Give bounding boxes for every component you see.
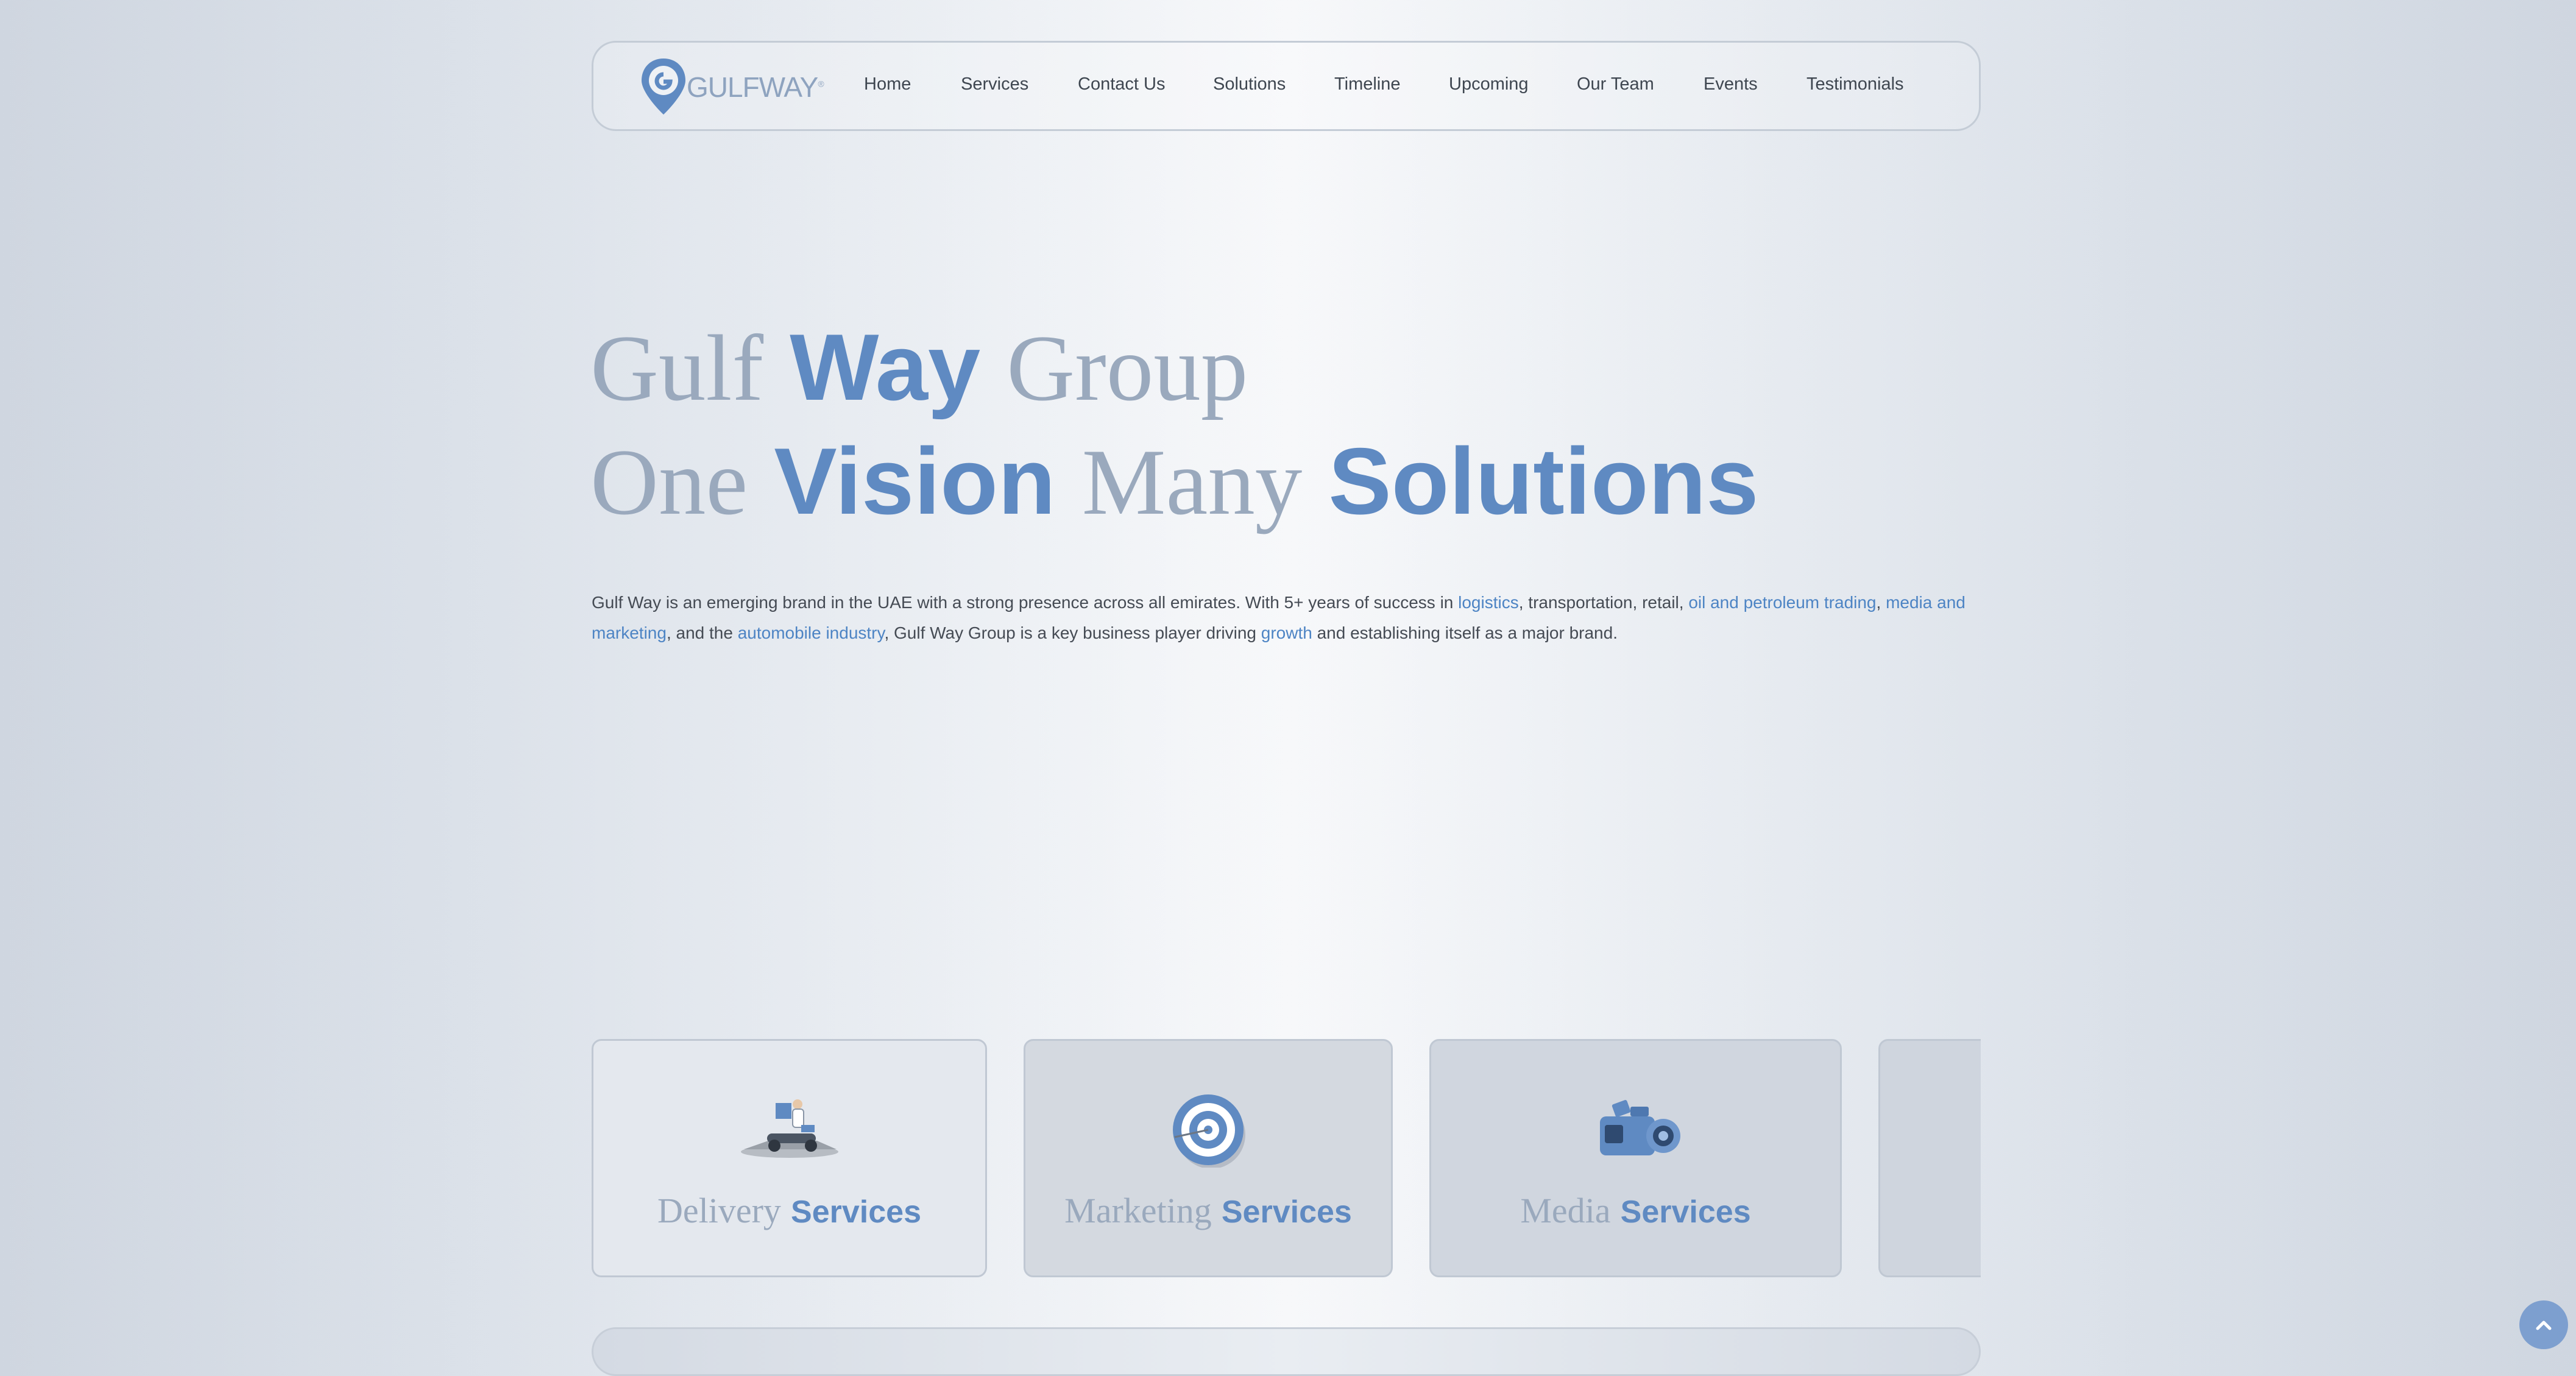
link-logistics[interactable]: logistics: [1458, 593, 1519, 612]
service-card-title: Marketing Services: [1064, 1191, 1352, 1230]
hero-word-highlight: Way: [790, 314, 981, 420]
hero-word: Many: [1081, 430, 1303, 534]
delivery-scooter-icon: [740, 1099, 838, 1158]
service-card-title: Media Services: [1520, 1191, 1751, 1230]
service-card-media[interactable]: Media Services: [1429, 1039, 1842, 1277]
nav-item-contact-us[interactable]: Contact Us: [1078, 74, 1165, 94]
hero-title-line-2: One Vision Many Solutions: [590, 434, 1758, 530]
location-pin-icon: [642, 59, 685, 115]
intro-text: and establishing itself as a major brand…: [1312, 623, 1618, 642]
intro-text: ,: [1876, 593, 1886, 612]
nav-item-solutions[interactable]: Solutions: [1213, 74, 1286, 94]
nav-item-upcoming[interactable]: Upcoming: [1449, 74, 1529, 94]
hero-word: Gulf: [590, 316, 764, 420]
link-automobile-industry[interactable]: automobile industry: [738, 623, 885, 642]
link-growth[interactable]: growth: [1261, 623, 1312, 642]
video-camera-icon: [1599, 1100, 1680, 1155]
navbar: GULFWAY® Home Services Contact Us Soluti…: [592, 41, 1981, 131]
hero-word-highlight: Vision: [774, 428, 1056, 534]
service-card-marketing[interactable]: Marketing Services: [1024, 1039, 1393, 1277]
nav-item-our-team[interactable]: Our Team: [1577, 74, 1654, 94]
services-carousel[interactable]: Delivery Services Marketing Services Med…: [592, 1039, 1981, 1280]
target-icon: [1173, 1094, 1245, 1168]
hero-word: Group: [1007, 316, 1248, 420]
intro-text: , transportation, retail,: [1518, 593, 1689, 612]
chevron-up-icon: [2536, 1321, 2552, 1330]
service-card-partial[interactable]: [1878, 1039, 1981, 1277]
service-card-delivery[interactable]: Delivery Services: [592, 1039, 987, 1277]
service-card-title: Delivery Services: [657, 1191, 921, 1230]
hero-word-highlight: Solutions: [1328, 428, 1759, 534]
intro-text: , and the: [666, 623, 738, 642]
scroll-to-top-button[interactable]: [2519, 1300, 2568, 1349]
nav-item-testimonials[interactable]: Testimonials: [1806, 74, 1904, 94]
gulfway-logo[interactable]: GULFWAY®: [639, 56, 824, 117]
hero-title-line-1: Gulf Way Group: [590, 320, 1248, 416]
nav-item-services[interactable]: Services: [961, 74, 1028, 94]
next-section-panel: [592, 1327, 1981, 1376]
intro-text: Gulf Way is an emerging brand in the UAE…: [592, 593, 1459, 612]
nav-item-timeline[interactable]: Timeline: [1334, 74, 1401, 94]
link-oil-petroleum-trading[interactable]: oil and petroleum trading: [1688, 593, 1876, 612]
brand-name: GULFWAY®: [687, 71, 824, 103]
intro-paragraph: Gulf Way is an emerging brand in the UAE…: [592, 587, 1981, 648]
nav-item-home[interactable]: Home: [864, 74, 911, 94]
nav-item-events[interactable]: Events: [1704, 74, 1758, 94]
intro-text: , Gulf Way Group is a key business playe…: [884, 623, 1261, 642]
hero-word: One: [590, 430, 748, 534]
